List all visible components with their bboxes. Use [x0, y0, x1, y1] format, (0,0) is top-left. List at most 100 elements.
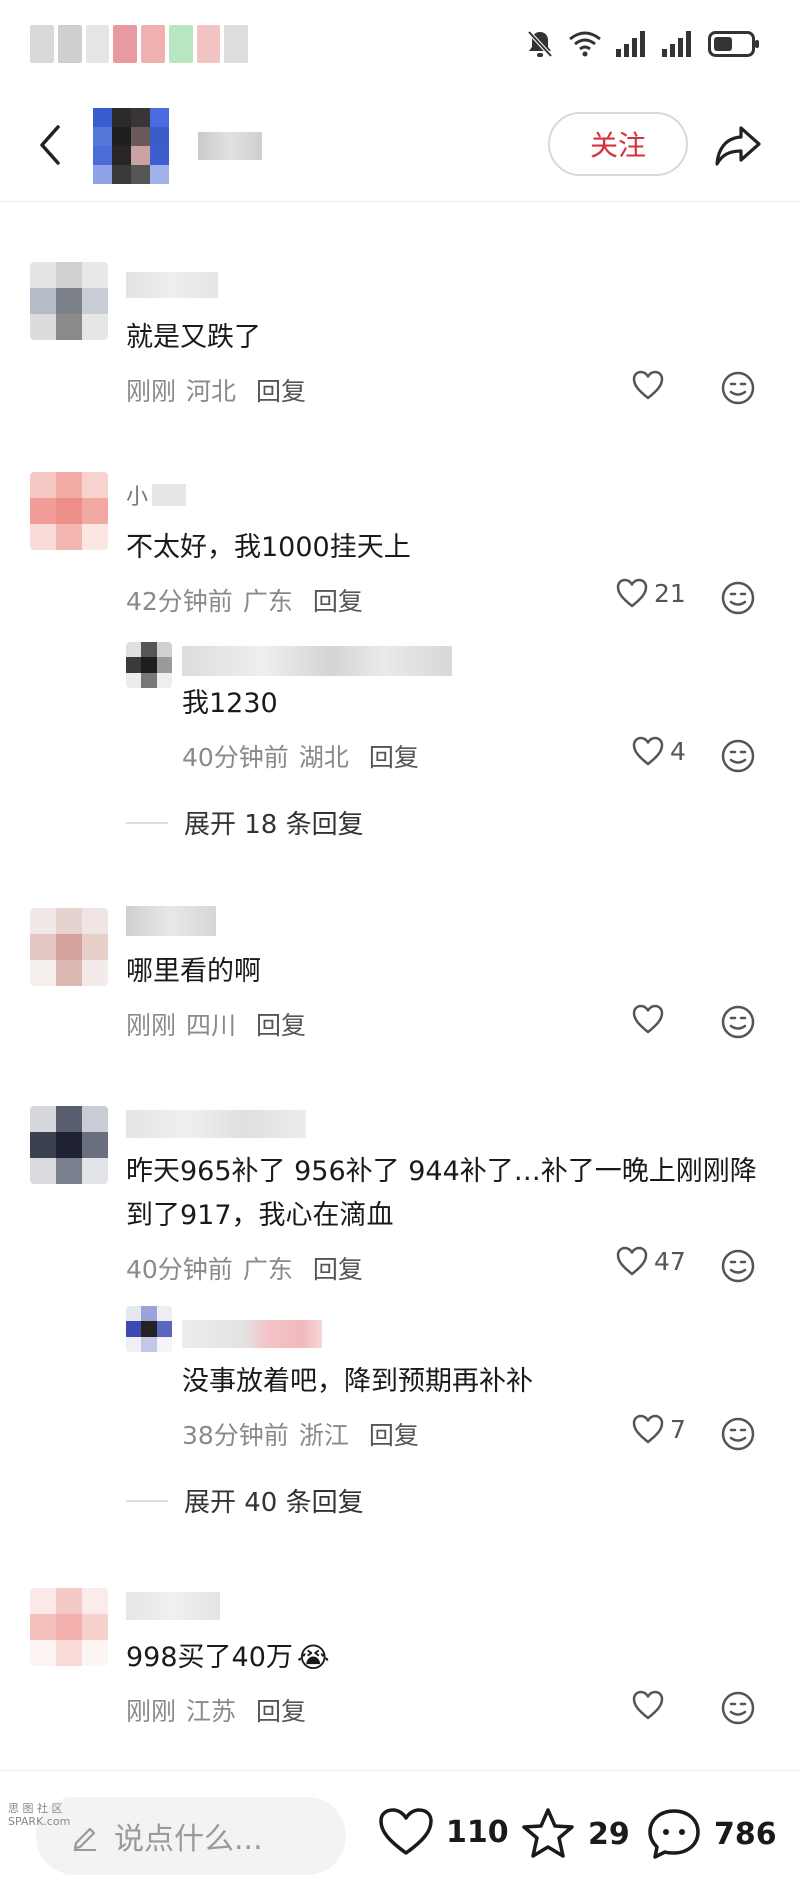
like-button[interactable]: 4	[632, 736, 686, 766]
smiley-face-icon[interactable]	[720, 1248, 756, 1284]
comment-input[interactable]: 说点什么...	[36, 1797, 346, 1875]
heart-outline-icon	[632, 1690, 664, 1720]
reply-time: 40分钟前	[182, 743, 289, 772]
comment-meta: 42分钟前 广东 回复	[126, 582, 363, 618]
smiley-face-icon[interactable]	[720, 580, 756, 616]
like-count: 47	[654, 1246, 686, 1276]
smiley-face-icon[interactable]	[720, 1416, 756, 1452]
comment-avatar[interactable]	[30, 472, 108, 550]
watermark: 思 图 社 区 SPARK.com	[8, 1802, 71, 1828]
reply-username-blurred[interactable]	[182, 646, 452, 676]
expand-replies-button[interactable]: 展开 18 条回复	[126, 804, 364, 841]
comment-time: 40分钟前	[126, 1255, 233, 1284]
smiley-face-icon[interactable]	[720, 1690, 756, 1726]
comment-username-blurred[interactable]	[126, 1592, 220, 1620]
like-button[interactable]: 47	[616, 1246, 686, 1276]
share-button[interactable]	[708, 116, 768, 176]
comment-username-blurred[interactable]	[126, 906, 216, 936]
comment-count: 786	[714, 1816, 777, 1852]
favorite-count: 29	[588, 1816, 630, 1852]
comment-text: 昨天965补了 956补了 944补了…补了一晚上刚刚降到了917，我心在滴血	[126, 1156, 757, 1231]
like-count: 21	[654, 578, 686, 608]
author-name-blurred[interactable]	[198, 132, 262, 160]
comment-location: 广东	[242, 1255, 293, 1284]
status-bar	[0, 0, 800, 90]
comment-input-placeholder: 说点什么...	[114, 1822, 263, 1857]
comment-username-blurred[interactable]	[126, 1110, 306, 1138]
chevron-left-icon	[40, 125, 60, 165]
like-count: 7	[670, 1414, 686, 1444]
battery-icon	[708, 31, 759, 57]
share-icon	[715, 126, 761, 166]
comment-time: 刚刚	[126, 377, 177, 406]
comment-location: 河北	[186, 377, 237, 406]
heart-outline-icon	[632, 1004, 664, 1034]
post-like-button[interactable]: 110	[378, 1807, 509, 1857]
crying-emoji: 😭	[296, 1641, 330, 1674]
status-time-blurred	[30, 25, 248, 65]
back-button[interactable]	[30, 115, 70, 175]
comment-time: 42分钟前	[126, 587, 233, 616]
smiley-face-icon[interactable]	[720, 1004, 756, 1040]
reply-button[interactable]: 回复	[369, 1416, 419, 1452]
heart-outline-icon	[632, 1414, 664, 1444]
comment-avatar[interactable]	[30, 908, 108, 986]
comment-meta: 40分钟前 广东 回复	[126, 1250, 363, 1286]
reply-button[interactable]: 回复	[313, 1250, 363, 1286]
comment-meta: 刚刚 江苏 回复	[126, 1692, 306, 1728]
like-button[interactable]	[632, 1690, 664, 1720]
bottom-action-bar: 说点什么... 110 29 786	[0, 1770, 800, 1894]
mute-bell-icon	[527, 30, 553, 58]
favorite-button[interactable]: 29	[520, 1807, 630, 1861]
reply-time: 38分钟前	[182, 1421, 289, 1450]
like-button[interactable]	[632, 1004, 664, 1034]
like-button[interactable]: 21	[616, 578, 686, 608]
like-button[interactable]: 7	[632, 1414, 686, 1444]
star-outline-icon	[522, 1808, 574, 1858]
comment-avatar[interactable]	[30, 262, 108, 340]
follow-button[interactable]: 关注	[548, 112, 688, 176]
smiley-face-icon[interactable]	[720, 738, 756, 774]
reply-username-blurred[interactable]	[182, 1320, 322, 1348]
expand-replies-button[interactable]: 展开 40 条回复	[126, 1482, 364, 1519]
comment-text: 哪里看的啊	[126, 956, 261, 987]
reply-avatar[interactable]	[126, 1306, 172, 1352]
reply-button[interactable]: 回复	[313, 582, 363, 618]
signal-icon-2	[662, 31, 691, 57]
comment-location: 四川	[186, 1011, 237, 1040]
comment-username-blurred[interactable]	[126, 272, 218, 298]
reply-button[interactable]: 回复	[256, 1692, 306, 1728]
header: 关注	[0, 90, 800, 202]
comment-time: 刚刚	[126, 1011, 177, 1040]
reply-meta: 38分钟前 浙江 回复	[182, 1416, 419, 1452]
comment-avatar[interactable]	[30, 1106, 108, 1184]
comment-meta: 刚刚 河北 回复	[126, 372, 306, 408]
post-like-count: 110	[446, 1814, 509, 1850]
expand-label: 展开 18 条回复	[184, 810, 364, 840]
reply-button[interactable]: 回复	[369, 738, 419, 774]
comment-username[interactable]: 小	[126, 482, 186, 510]
reply-button[interactable]: 回复	[256, 372, 306, 408]
like-count: 4	[670, 736, 686, 766]
reply-location: 湖北	[298, 743, 349, 772]
reply-button[interactable]: 回复	[256, 1006, 306, 1042]
reply-meta: 40分钟前 湖北 回复	[182, 738, 419, 774]
comment-button[interactable]: 786	[646, 1807, 777, 1861]
comment-location: 广东	[242, 587, 293, 616]
reply-text: 我1230	[182, 688, 278, 719]
heart-outline-icon	[379, 1808, 433, 1855]
smiley-face-icon[interactable]	[720, 370, 756, 406]
wifi-icon	[569, 31, 601, 57]
like-button[interactable]	[632, 370, 664, 400]
edit-pen-icon	[73, 1827, 96, 1851]
expand-divider	[126, 1499, 168, 1502]
comment-text: 998买了40万 😭	[126, 1636, 330, 1680]
comment-avatar[interactable]	[30, 1588, 108, 1666]
reply-avatar[interactable]	[126, 642, 172, 688]
comment-text: 就是又跌了	[126, 322, 261, 353]
comment-meta: 刚刚 四川 回复	[126, 1006, 306, 1042]
status-icons	[526, 24, 760, 64]
reply-location: 浙江	[298, 1421, 349, 1450]
author-avatar[interactable]	[93, 108, 169, 184]
comment-time: 刚刚	[126, 1697, 177, 1726]
